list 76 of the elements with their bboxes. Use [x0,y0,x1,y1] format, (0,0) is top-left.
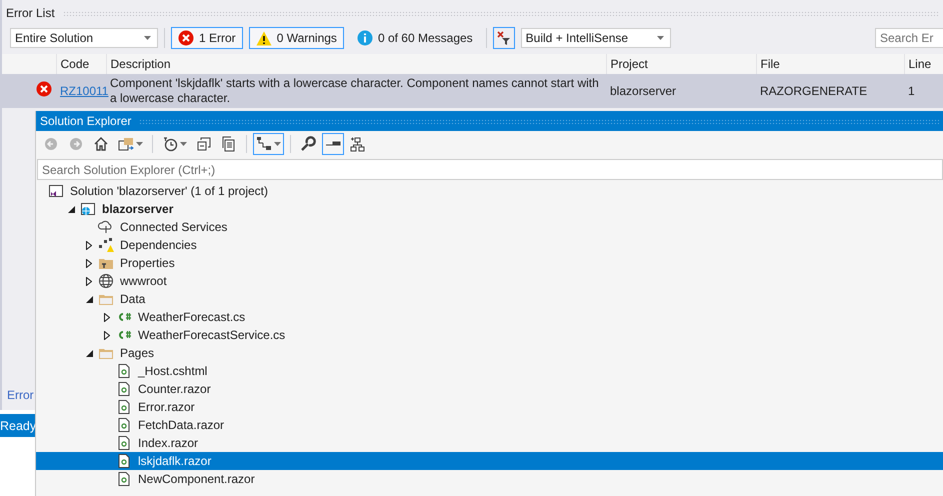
panel-tab[interactable]: Error [7,388,34,402]
collapsed-arrow-icon[interactable] [86,240,92,250]
source-dropdown[interactable]: Build + IntelliSense [520,28,671,48]
error-icon [36,81,52,97]
tree-item[interactable]: _Host.cshtml [36,362,943,380]
caret-icon [656,36,664,40]
tree-item[interactable]: Solution 'blazorserver' (1 of 1 project) [36,182,943,200]
tree-item[interactable]: WeatherForecast.cs [36,308,943,326]
warning-icon [256,30,272,46]
sync-icon[interactable] [257,137,271,150]
table-cell: 1 [908,84,915,98]
table-cell: Component 'lskjdaflk' starts with a lowercase character. Component names cannot start with a lowercase character. [110,76,599,105]
table-cell: blazorserver [610,84,676,98]
column-header[interactable]: Project [606,54,756,74]
tree-item[interactable]: Error.razor [36,398,943,416]
tree-item[interactable]: Dependencies [36,236,943,254]
filter-button[interactable]: 0 of 60 Messages [350,27,480,49]
collapsed-arrow-icon[interactable] [104,312,110,322]
file-icon [116,399,132,415]
file-icon [116,471,132,487]
tree-item[interactable]: Index.razor [36,434,943,452]
file-icon [116,381,132,397]
filter-icon [496,31,511,45]
home-icon[interactable] [94,137,108,151]
column-header[interactable]: Description [106,54,606,74]
panel-title: Error List [6,6,55,20]
expanded-arrow-icon[interactable] [86,296,92,302]
tree-item[interactable]: FetchData.razor [36,416,943,434]
column-header[interactable]: Line [904,54,943,74]
tree-item[interactable]: lskjdaflk.razor [36,452,943,470]
files-icon[interactable] [222,136,234,152]
status-text: Ready [0,418,36,432]
file-icon [116,453,132,469]
scope-dropdown[interactable]: Entire Solution [10,28,158,48]
file-icon [116,363,132,379]
filter-button[interactable]: 0 Warnings [248,27,344,49]
clear-filter-button[interactable] [492,27,515,49]
collapsed-arrow-icon[interactable] [86,276,92,286]
dependencies-icon [98,237,114,253]
file-icon [116,435,132,451]
web-project-icon [80,201,96,217]
globe-icon [98,273,114,289]
column-header[interactable]: Code [56,54,106,74]
caret-icon [144,36,151,40]
tree-item[interactable]: blazorserver [36,200,943,218]
tree-item[interactable]: Data [36,290,943,308]
tree-item[interactable]: NewComponent.razor [36,470,943,488]
search-field[interactable]: Search Solution Explorer (Ctrl+;) [37,159,943,180]
tree-item[interactable]: WeatherForecastService.cs [36,326,943,344]
tree-item[interactable]: wwwroot [36,272,943,290]
switch-views-icon[interactable] [118,138,134,150]
tree-item[interactable]: Counter.razor [36,380,943,398]
tree-item[interactable]: Connected Services [36,218,943,236]
collapsed-arrow-icon[interactable] [104,330,110,340]
error-icon [178,30,194,46]
collapsed-arrow-icon[interactable] [86,258,92,268]
caret-icon [180,142,187,146]
class-diagram-icon[interactable] [350,137,364,152]
table-cell: RAZORGENERATE [760,84,868,98]
caret-icon [136,142,143,146]
collapse-all-icon[interactable] [198,138,210,150]
file-icon [116,417,132,433]
expanded-arrow-icon[interactable] [86,350,92,356]
caret-icon [274,142,281,146]
column-header[interactable]: File [756,54,904,74]
expanded-arrow-icon[interactable] [68,206,74,212]
filter-button[interactable]: 1 Error [171,27,243,49]
clock-icon[interactable] [163,137,178,152]
cloud-icon [98,219,114,235]
solution-icon [48,183,64,199]
tree-item[interactable]: Pages [36,344,943,362]
search-field[interactable]: Search Er [875,28,943,48]
tree-item[interactable]: Properties [36,254,943,272]
info-icon [356,30,373,46]
panel-title: Solution Explorer [40,114,132,128]
preview-icon[interactable] [326,142,340,146]
